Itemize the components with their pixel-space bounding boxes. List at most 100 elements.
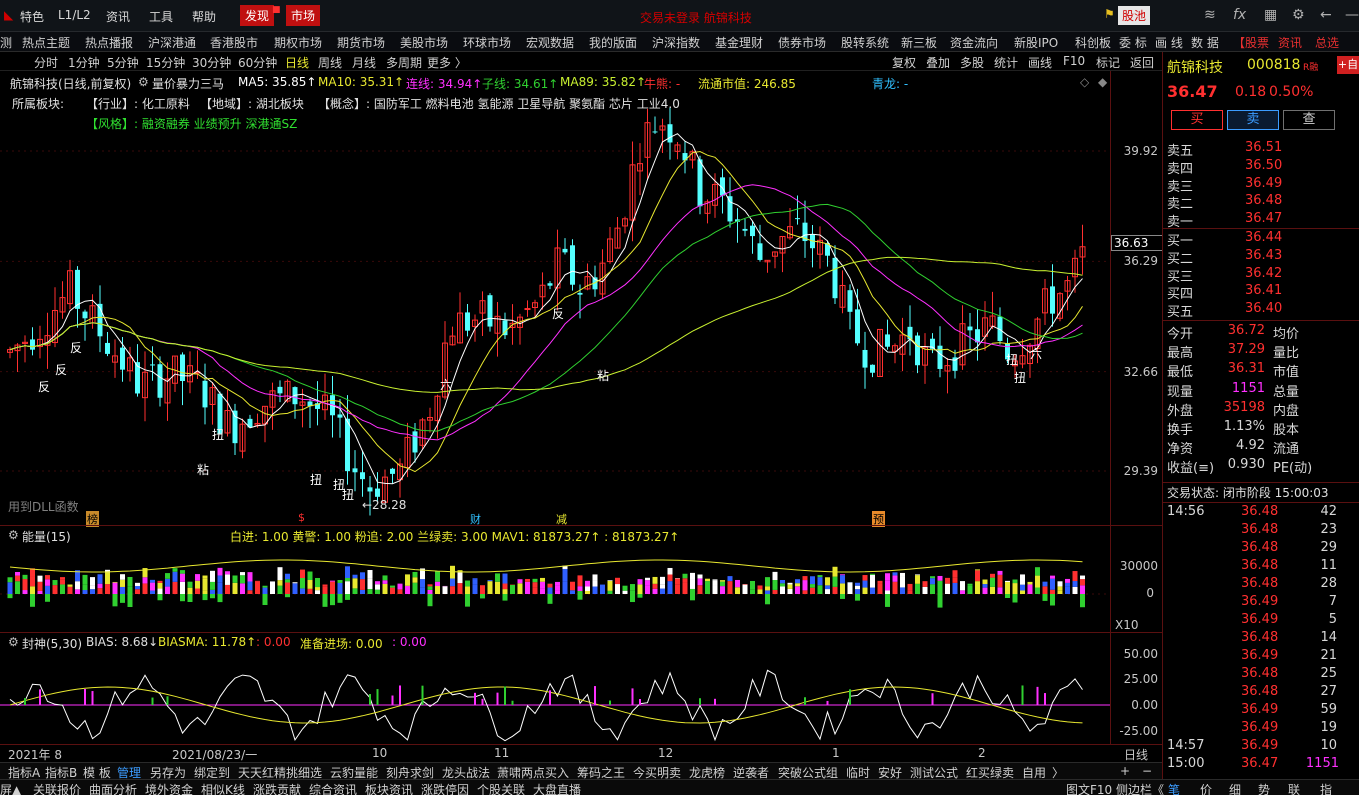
tick-row[interactable]: 14:56 36.48 42 — [1167, 504, 1359, 522]
indicator-gear-icon[interactable]: ⚙ — [138, 75, 149, 89]
formula-icon[interactable]: fx — [1233, 7, 1246, 23]
tab-zhi[interactable]: 指 — [1320, 781, 1332, 795]
event-tag-dollar[interactable]: $ — [298, 511, 305, 524]
menu-item-l1l2[interactable]: L1/L2 — [58, 8, 91, 22]
indicator-name[interactable]: 量价暴力三马 — [152, 75, 224, 92]
stat-row[interactable]: 净资 4.92 流通 — [1167, 438, 1359, 457]
status-item-surface[interactable]: 曲面分析 — [89, 781, 137, 795]
bid-row[interactable]: 买二 36.43 — [1167, 248, 1359, 267]
status-item-contrib[interactable]: 涨跌贡献 — [253, 781, 301, 795]
volume-gear-icon[interactable]: ⚙ — [8, 528, 19, 542]
status-item-related[interactable]: 个股关联 — [477, 781, 525, 795]
period-fenshi[interactable]: 分时 — [34, 54, 58, 71]
tick-row[interactable]: 36.48 25 — [1167, 666, 1359, 684]
nav-item-hsgt[interactable]: 沪深港通 — [148, 34, 196, 51]
tool-multistock[interactable]: 多股 — [960, 54, 984, 71]
period-weekly[interactable]: 周线 — [318, 54, 342, 71]
tool-draw[interactable]: 画线 — [1028, 54, 1052, 71]
tool-return[interactable]: 返回 — [1130, 54, 1154, 71]
tick-row[interactable]: 36.48 11 — [1167, 558, 1359, 576]
market-button[interactable]: 市场 — [286, 5, 321, 26]
bias-gear-icon[interactable]: ⚙ — [8, 635, 19, 649]
stat-row[interactable]: 今开 36.72 均价 — [1167, 323, 1359, 342]
app-logo-icon[interactable]: ◣ — [4, 8, 13, 22]
nav-item-macro[interactable]: 宏观数据 — [526, 34, 574, 51]
nav-item-global[interactable]: 环球市场 — [463, 34, 511, 51]
status-left-toggle[interactable]: 屏▲ — [0, 781, 21, 795]
tick-row[interactable]: 36.49 59 — [1167, 702, 1359, 720]
tool-f10[interactable]: F10 — [1063, 54, 1085, 68]
period-monthly[interactable]: 月线 — [352, 54, 376, 71]
volume-panel[interactable]: ⚙ 能量(15) 白进: 1.00 黄警: 1.00 粉追: 2.00 兰绿卖:… — [0, 525, 1162, 632]
tick-row[interactable]: 36.48 27 — [1167, 684, 1359, 702]
tick-row[interactable]: 36.48 28 — [1167, 576, 1359, 594]
chart-expand-icon[interactable]: ◆ — [1098, 75, 1107, 89]
period-indicator[interactable]: 日线 — [1124, 746, 1148, 763]
period-more[interactable]: 更多 〉 — [427, 54, 467, 71]
status-item-news[interactable]: 综合资讯 — [309, 781, 357, 795]
stat-row[interactable]: 最低 36.31 市值 — [1167, 361, 1359, 380]
nav-item-us[interactable]: 美股市场 — [400, 34, 448, 51]
tick-row[interactable]: 36.49 7 — [1167, 594, 1359, 612]
stat-row[interactable]: 收益(≡) 0.930 PE(动) — [1167, 457, 1359, 476]
menu-item-gongju[interactable]: 工具 — [149, 8, 173, 25]
tab-jia[interactable]: 价 — [1200, 781, 1212, 795]
ask-row[interactable]: 卖四 36.50 — [1167, 158, 1359, 177]
tick-row[interactable]: 36.49 5 — [1167, 612, 1359, 630]
menu-item-zixun[interactable]: 资讯 — [106, 8, 130, 25]
period-multi[interactable]: 多周期 — [386, 54, 422, 71]
nav-item-new3[interactable]: 新三板 — [901, 34, 937, 51]
buy-button[interactable]: 买 — [1171, 110, 1223, 130]
nav-item-shuju[interactable]: 数 据 — [1191, 34, 1219, 51]
nav-item-my-layout[interactable]: 我的版面 — [589, 34, 637, 51]
nav-item-select-red[interactable]: 总选 — [1315, 34, 1339, 51]
nav-item-options[interactable]: 期权市场 — [274, 34, 322, 51]
bias-title[interactable]: 封神(5,30) — [22, 635, 82, 652]
add-favorite-button[interactable]: +自 — [1337, 56, 1359, 74]
period-1min[interactable]: 1分钟 — [68, 54, 100, 71]
bias-panel[interactable]: ⚙ 封神(5,30) BIAS: 8.68↓ BIASMA: 11.78↑ : … — [0, 632, 1162, 744]
bid-row[interactable]: 买一 36.44 — [1167, 230, 1359, 249]
period-60min[interactable]: 60分钟 — [238, 54, 277, 71]
nav-item-huaxian[interactable]: 画 线 — [1155, 34, 1183, 51]
period-daily[interactable]: 日线 — [285, 54, 309, 71]
tool-stats[interactable]: 统计 — [994, 54, 1018, 71]
zoom-in-icon[interactable]: + — [1120, 764, 1130, 778]
tick-row[interactable]: 36.49 19 — [1167, 720, 1359, 738]
nav-item-hot-topics[interactable]: 热点主题 — [22, 34, 70, 51]
status-item-similar-k[interactable]: 相似K线 — [201, 781, 245, 795]
stat-row[interactable]: 现量 1151 总量 — [1167, 381, 1359, 400]
minimize-icon[interactable]: — — [1345, 7, 1359, 23]
nav-item-index[interactable]: 沪深指数 — [652, 34, 700, 51]
nav-item-neeq[interactable]: 股转系统 — [841, 34, 889, 51]
candlestick-chart-panel[interactable]: 航锦科技(日线,前复权) ⚙ 量价暴力三马 MA5: 35.85↑ MA10: … — [0, 70, 1163, 527]
share-icon[interactable]: ⚑ — [1104, 7, 1115, 21]
nav-item-futures[interactable]: 期货市场 — [337, 34, 385, 51]
period-5min[interactable]: 5分钟 — [107, 54, 139, 71]
nav-item-star[interactable]: 科创板 — [1075, 34, 1111, 51]
tool-fuquan[interactable]: 复权 — [892, 54, 916, 71]
stock-pool-button[interactable]: 股池 — [1118, 6, 1151, 25]
layers-icon[interactable]: ≋ — [1204, 7, 1216, 23]
bid-row[interactable]: 买四 36.41 — [1167, 283, 1359, 302]
bias-chart[interactable] — [0, 633, 1110, 745]
ask-row[interactable]: 卖五 36.51 — [1167, 140, 1359, 159]
chart-collapse-icon[interactable]: ◇ — [1080, 75, 1089, 89]
candlestick-chart[interactable] — [0, 71, 1110, 526]
tick-row[interactable]: 36.48 29 — [1167, 540, 1359, 558]
period-15min[interactable]: 15分钟 — [146, 54, 185, 71]
tab-lian[interactable]: 联 — [1288, 781, 1300, 795]
nav-item-stocks-red[interactable]: 【股票 — [1233, 34, 1269, 51]
bid-row[interactable]: 买三 36.42 — [1167, 266, 1359, 285]
zoom-out-icon[interactable]: − — [1142, 764, 1152, 778]
back-arrow-icon[interactable]: ← — [1320, 7, 1332, 23]
tick-row[interactable]: 14:57 36.49 10 — [1167, 738, 1359, 756]
menu-item-bangzhu[interactable]: 帮助 — [192, 8, 216, 25]
nav-item-weibiao[interactable]: 委 标 — [1119, 34, 1147, 51]
status-item-live[interactable]: 大盘直播 — [533, 781, 581, 795]
status-item-quote-link[interactable]: 关联报价 — [33, 781, 81, 795]
status-item-limit-reason[interactable]: 涨跌停因 — [421, 781, 469, 795]
nav-item-news-red[interactable]: 资讯 — [1278, 34, 1302, 51]
tool-mark[interactable]: 标记 — [1096, 54, 1120, 71]
ask-row[interactable]: 卖二 36.48 — [1167, 193, 1359, 212]
